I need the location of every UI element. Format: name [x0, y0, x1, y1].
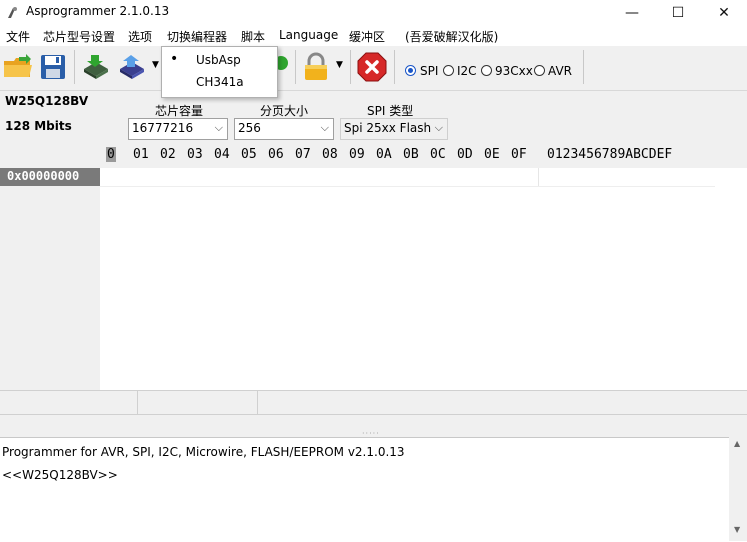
chevron-down-icon: ⌵: [214, 121, 223, 134]
write-dropdown-arrow-icon[interactable]: ▼: [152, 60, 159, 70]
hex-column-header: 03: [187, 147, 203, 162]
stop-icon[interactable]: [356, 52, 388, 82]
protocol-avr-label: AVR: [548, 64, 572, 78]
page-size-label: 分页大小: [260, 104, 309, 118]
chevron-down-icon: ⌵: [434, 121, 443, 134]
hex-column-header: 02: [160, 147, 176, 162]
hex-column-header: 0D: [457, 147, 473, 162]
protocol-spi-radio[interactable]: [405, 65, 416, 76]
maximize-button[interactable]: ☐: [655, 0, 701, 26]
lock-icon[interactable]: [300, 52, 332, 82]
minimize-button[interactable]: —: [609, 0, 655, 26]
hex-column-header: 08: [322, 147, 338, 162]
toolbar-separator: [295, 50, 296, 84]
read-chip-icon[interactable]: [80, 52, 112, 82]
selected-bullet-icon: •: [170, 51, 179, 67]
address-value: 0x00000000: [7, 169, 80, 183]
programmer-usbasp[interactable]: UsbAsp: [196, 53, 241, 67]
capacity-value: 16777216: [132, 121, 194, 135]
hex-editor[interactable]: [0, 168, 747, 390]
protocol-avr-radio[interactable]: [534, 65, 545, 76]
toolbar-separator: [350, 50, 351, 84]
menu-chip-model[interactable]: 芯片型号设置: [43, 28, 115, 45]
log-scrollbar[interactable]: ▲ ▼: [729, 437, 747, 541]
protocol-93cxx-label: 93Cxx: [495, 64, 533, 78]
app-icon: [8, 7, 17, 18]
menu-buffer[interactable]: 缓冲区: [349, 28, 385, 45]
hex-column-header: 05: [241, 147, 257, 162]
menu-programmer[interactable]: 切换编程器: [167, 28, 227, 45]
address-column: [0, 168, 100, 390]
page-size-value: 256: [238, 121, 261, 135]
protocol-93cxx-radio[interactable]: [481, 65, 492, 76]
hex-column-header: 0C: [430, 147, 446, 162]
spi-type-value: Spi 25xx Flash: [344, 121, 432, 135]
scroll-up-icon[interactable]: ▲: [734, 439, 740, 448]
hex-header: 0 01 02 03 04 05 06 07 08 09 0A 0B 0C 0D 0E 0F 0123456…: [0, 144, 747, 168]
menu-script[interactable]: 脚本: [241, 28, 265, 45]
hex-column-header: 04: [214, 147, 230, 162]
hex-column-header: 01: [133, 147, 149, 162]
chip-name: W25Q128BV: [5, 94, 89, 108]
page-size-combo[interactable]: 256 ⌵: [234, 118, 334, 140]
window-title: Asprogrammer 2.1.0.13: [26, 4, 170, 18]
write-chip-icon[interactable]: [116, 52, 148, 82]
log-line: Programmer for AVR, SPI, I2C, Microwire,…: [2, 445, 405, 459]
hex-column-header: 0E: [484, 147, 500, 162]
scroll-down-icon[interactable]: ▼: [734, 525, 740, 534]
protocol-i2c-label: I2C: [457, 64, 477, 78]
menu-crack-note: (吾爱破解汉化版): [405, 30, 499, 44]
programmer-dropdown: • UsbAsp CH341a: [161, 46, 278, 98]
protocol-i2c-radio[interactable]: [443, 65, 454, 76]
status-bar: ·····: [0, 390, 747, 438]
hex-column-header: 06: [268, 147, 284, 162]
log-line: <<W25Q128BV>>: [2, 468, 118, 482]
title-bar: Asprogrammer 2.1.0.13 — ☐ ✕: [0, 0, 747, 26]
ascii-divider: [538, 168, 539, 186]
menu-bar: 文件 芯片型号设置 选项 切换编程器 脚本 Language 缓冲区 (吾爱破解…: [0, 26, 747, 46]
menu-file[interactable]: 文件: [6, 28, 30, 45]
address-cell: 0x00000000: [0, 168, 100, 186]
toolbar-separator: [74, 50, 75, 84]
toolbar-separator: [583, 50, 584, 84]
log-area[interactable]: Programmer for AVR, SPI, I2C, Microwire,…: [0, 437, 747, 542]
programmer-ch341a[interactable]: CH341a: [196, 75, 244, 89]
hex-column-header: 0B: [403, 147, 419, 162]
close-button[interactable]: ✕: [701, 0, 747, 26]
chevron-down-icon: ⌵: [320, 121, 329, 134]
capacity-label: 芯片容量: [155, 104, 204, 118]
hex-column-header: 07: [295, 147, 311, 162]
hex-column-header: 09: [349, 147, 365, 162]
spi-type-combo[interactable]: Spi 25xx Flash ⌵: [340, 118, 448, 140]
menu-options[interactable]: 选项: [128, 28, 152, 45]
hex-cursor-digit: 0: [106, 147, 116, 162]
menu-language[interactable]: Language: [279, 28, 338, 42]
capacity-combo[interactable]: 16777216 ⌵: [128, 118, 228, 140]
toolbar-separator: [394, 50, 395, 84]
hex-row-line: [100, 168, 715, 187]
ascii-header: 0123456789ABCDEF: [547, 147, 673, 162]
status-panel: [0, 391, 138, 414]
status-panel: [138, 391, 258, 414]
save-disk-icon[interactable]: [37, 52, 69, 82]
hex-column-header: 0A: [376, 147, 392, 162]
protocol-spi-label: SPI: [420, 64, 439, 78]
chip-size: 128 Mbits: [5, 119, 72, 133]
lock-dropdown-arrow-icon[interactable]: ▼: [336, 60, 343, 70]
spi-type-label: SPI 类型: [367, 104, 414, 118]
toolbar: ▼ ▼ SPI I2C 93Cxx AVR: [0, 46, 747, 91]
hex-column-header: 0F: [511, 147, 527, 162]
open-folder-icon[interactable]: [2, 52, 34, 82]
